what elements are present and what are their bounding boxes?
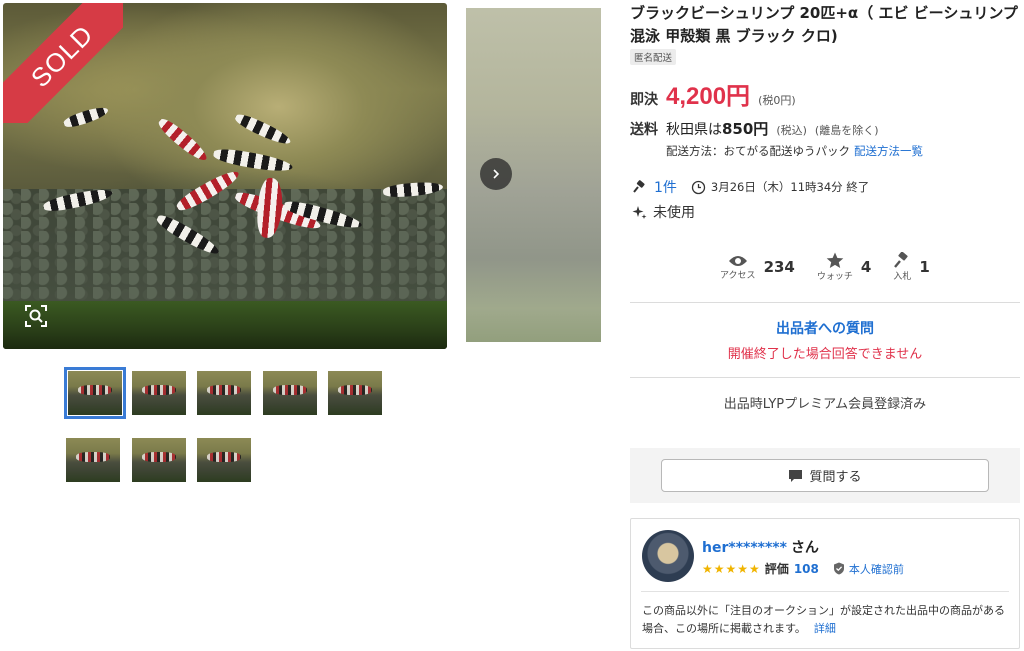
watch-label: ウォッチ (816, 272, 853, 282)
end-time: 3月26日（木）11時34分 終了 (710, 180, 870, 194)
price-label: 即決 (630, 92, 658, 108)
item-title: ブラックビーシュリンプ 20匹+α（ エビ ビーシュリンプ 混泳 甲殻類 黒 ブ… (630, 4, 1018, 45)
premium-member-note: 出品時LYPプレミアム会員登録済み (723, 397, 927, 412)
shipping-method: 配送方法：おてがる配送ゆうパック 配送方法一覧 (666, 143, 923, 159)
question-closed-message: 開催終了した場合回答できません (727, 347, 923, 362)
shipping-row: 送料 秋田県は850円 (税込) (離島を除く) (630, 118, 879, 139)
watch-count: 4 (860, 258, 872, 276)
bid-label: 入札 (893, 272, 912, 282)
star-icon (826, 252, 844, 268)
thumbnail-6[interactable] (66, 438, 120, 482)
divider (641, 591, 1009, 592)
seller-card: her******** さん ★★★★★ 評価 108 本人確認前 この商品以外に… (630, 518, 1020, 649)
thumbnail-8[interactable] (197, 438, 251, 482)
seller-name: her******** さん (702, 537, 819, 557)
shipping-destination: 秋田県は (666, 122, 722, 138)
shipping-method-list-link[interactable]: 配送方法一覧 (854, 144, 923, 158)
chevron-right-icon (493, 169, 500, 179)
seller-honorific: さん (790, 540, 819, 556)
shrimp (62, 104, 110, 130)
shipping-method-text: 配送方法：おてがる配送ゆうパック (666, 144, 850, 158)
rating-label: 評価 (764, 562, 789, 576)
thumbnail-3[interactable] (197, 371, 251, 415)
thumbnail-1[interactable] (64, 367, 126, 419)
photo-moss (3, 301, 447, 349)
stats-row: アクセス 234 ウォッチ 4 入札 1 (720, 252, 930, 282)
verify-label: 本人確認前 (848, 562, 904, 576)
price-tax-note: (税0円) (758, 94, 796, 107)
seller-avatar[interactable] (642, 530, 694, 582)
thumbnail-4[interactable] (263, 371, 317, 415)
eye-icon (728, 255, 747, 266)
seller-name-link[interactable]: her******** (702, 540, 787, 556)
price-row: 即決 4,200円 (税0円) (630, 76, 796, 111)
gavel-icon (894, 252, 908, 268)
bid-stat: 入札 1 (893, 252, 930, 282)
shield-check-icon (833, 562, 844, 575)
rating-stars: ★★★★★ (702, 561, 761, 576)
thumbnail-2[interactable] (132, 371, 186, 415)
seller-rating: ★★★★★ 評価 108 本人確認前 (702, 560, 904, 577)
seller-question-title[interactable]: 出品者への質問 (630, 318, 1020, 338)
shipping-tax-note: (税込) (776, 124, 807, 137)
divider (630, 302, 1020, 303)
shrimp (212, 146, 294, 175)
ask-question-label: 質問する (809, 470, 862, 485)
chat-bubble-icon (789, 469, 803, 482)
identity-verification[interactable]: 本人確認前 (833, 561, 904, 577)
thumbnail-7[interactable] (132, 438, 186, 482)
shipping-exclusion: (離島を除く) (814, 124, 879, 137)
divider (630, 377, 1020, 378)
details-link[interactable]: 詳細 (814, 622, 836, 635)
featured-auction-note: この商品以外に「注目のオークション」が設定された出品中の商品がある場合、この場所… (642, 602, 1012, 638)
shrimp (155, 115, 211, 165)
sparkle-icon (632, 205, 647, 219)
clock-icon (691, 180, 706, 194)
access-stat: アクセス 234 (720, 252, 795, 282)
condition-row: 未使用 (632, 202, 695, 222)
rating-value-link[interactable]: 108 (794, 562, 819, 576)
zoom-icon[interactable] (22, 302, 50, 330)
watch-stat[interactable]: ウォッチ 4 (817, 252, 871, 282)
ask-question-button[interactable]: 質問する (661, 459, 989, 492)
shrimp (233, 110, 293, 149)
ask-question-panel: 質問する (630, 448, 1020, 503)
thumbnail-5[interactable] (328, 371, 382, 415)
auction-meta: 1件 3月26日（木）11時34分 終了 (632, 177, 869, 197)
next-image-button[interactable] (480, 158, 512, 190)
anonymous-shipping-tag: 匿名配送 (630, 49, 677, 65)
gavel-icon (633, 180, 645, 193)
access-label: アクセス (720, 270, 756, 281)
bid-count: 1 (919, 258, 930, 276)
shipping-price: 850円 (722, 120, 769, 138)
item-condition: 未使用 (653, 205, 695, 221)
access-count: 234 (763, 258, 795, 276)
bid-count-link[interactable]: 1件 (654, 177, 677, 197)
price-value: 4,200円 (666, 83, 751, 110)
shipping-label: 送料 (630, 122, 658, 138)
main-item-photo[interactable] (3, 3, 447, 349)
